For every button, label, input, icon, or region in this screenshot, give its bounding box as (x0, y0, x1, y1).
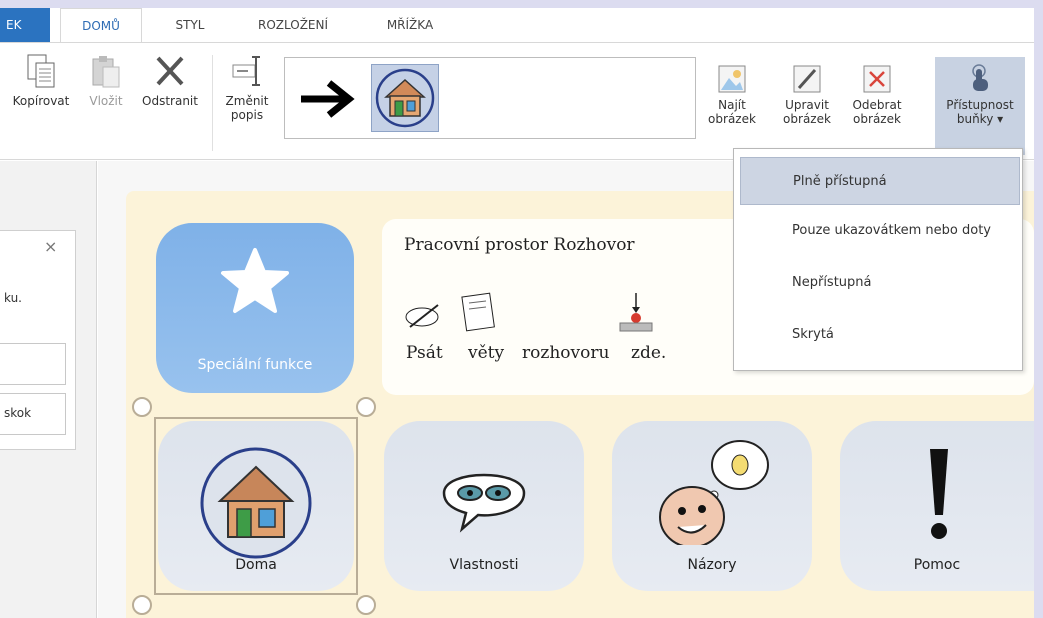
edit-image-button[interactable]: Upravit obrázek (776, 63, 838, 126)
ribbon-tab-bar: EK DOMŮ STYL ROZLOŽENÍ MŘÍŽKA (0, 8, 1034, 42)
chat-word-3: rozhovoru (522, 343, 610, 363)
menu-item-hidden[interactable]: Skrytá (740, 311, 1020, 359)
writing-hand-icon (405, 304, 439, 328)
paste-icon (92, 56, 120, 88)
speech-eyes-icon (442, 473, 526, 533)
edit-image-line1: Upravit (785, 98, 829, 112)
remove-image-line2: obrázek (853, 112, 901, 126)
cell-properties-label: Vlastnosti (449, 557, 519, 573)
text-cursor-icon (232, 56, 260, 86)
arrow-right-icon (301, 80, 355, 118)
menu-item-pointer-touch-only[interactable]: Pouze ukazovátkem nebo doty (740, 207, 1020, 255)
copy-button[interactable]: Kopírovat (2, 53, 80, 108)
cell-preview[interactable] (284, 57, 696, 139)
side-panel: × ku. skok (0, 230, 76, 450)
chat-word-2: věty (468, 343, 505, 363)
delete-label: Odstranit (142, 94, 198, 108)
tab-grid[interactable]: MŘÍŽKA (366, 8, 454, 42)
tab-file[interactable]: EK (0, 8, 50, 42)
special-functions-label: Speciální funkce (197, 357, 313, 373)
menu-item-fully-accessible[interactable]: Plně přístupná (740, 157, 1020, 205)
change-description-button[interactable]: Změnit popis (216, 53, 278, 122)
copy-label: Kopírovat (12, 94, 70, 108)
house-icon (375, 68, 435, 128)
image-icon (718, 65, 746, 93)
resize-handle-bottom-left[interactable] (132, 595, 152, 615)
cell-help-label: Pomoc (913, 557, 961, 573)
exclamation-icon (930, 449, 948, 539)
cell-accessibility-button[interactable]: Přístupnost buňky ▾ (935, 57, 1025, 155)
delete-button[interactable]: Odstranit (132, 53, 208, 108)
cell-help[interactable]: Pomoc (840, 421, 1034, 591)
paste-label: Vložit (89, 94, 123, 108)
chat-word-4: zde. (631, 343, 667, 363)
selection-frame[interactable] (154, 417, 358, 595)
find-image-line1: Najít (718, 98, 746, 112)
find-image-button[interactable]: Najít obrázek (702, 63, 762, 126)
touch-hand-icon (972, 64, 988, 91)
paste-button[interactable]: Vložit (80, 53, 132, 108)
menu-item-inaccessible[interactable]: Nepřístupná (740, 259, 1020, 307)
location-marker-icon (619, 293, 653, 332)
panel-input-field[interactable] (0, 343, 66, 385)
tab-home[interactable]: DOMŮ (60, 8, 142, 42)
ribbon: Kopírovat Vložit Odstranit Změnit popis … (0, 42, 1034, 160)
remove-image-line1: Odebrat (852, 98, 902, 112)
panel-jump-field[interactable]: skok (0, 393, 66, 435)
copy-icon (27, 54, 55, 88)
window-frame: EK DOMŮ STYL ROZLOŽENÍ MŘÍŽKA Kopírovat … (0, 0, 1043, 618)
panel-text: ku. (4, 291, 22, 305)
close-icon[interactable]: × (44, 237, 57, 256)
tab-style[interactable]: STYL (160, 8, 220, 42)
access-line1: Přístupnost (946, 98, 1014, 112)
edit-image-line2: obrázek (783, 112, 831, 126)
pencil-icon (793, 65, 821, 93)
cell-properties[interactable]: Vlastnosti (384, 421, 584, 591)
cell-opinions[interactable]: Názory (612, 421, 812, 591)
app-window: EK DOMŮ STYL ROZLOŽENÍ MŘÍŽKA Kopírovat … (0, 8, 1034, 618)
ribbon-separator (212, 55, 213, 151)
delete-x-icon (156, 56, 184, 86)
cell-special-functions[interactable]: Speciální funkce (156, 223, 354, 393)
chat-word-1: Psát (406, 343, 443, 363)
resize-handle-bottom-right[interactable] (356, 595, 376, 615)
find-image-line2: obrázek (708, 112, 756, 126)
tab-layout[interactable]: ROZLOŽENÍ (240, 8, 346, 42)
cell-opinions-label: Názory (687, 557, 737, 573)
remove-image-button[interactable]: Odebrat obrázek (844, 63, 910, 126)
resize-handle-top-right[interactable] (356, 397, 376, 417)
sentences-icon (461, 292, 495, 332)
star-icon (221, 248, 289, 313)
thinking-face-icon (659, 440, 769, 545)
resize-handle-top-left[interactable] (132, 397, 152, 417)
remove-image-icon (863, 65, 891, 93)
preview-selected-symbol[interactable] (371, 64, 439, 132)
access-line2: buňky ▾ (956, 112, 1004, 126)
change-desc-line1: Změnit (225, 94, 269, 108)
change-desc-line2: popis (230, 108, 264, 122)
cell-accessibility-menu: Plně přístupná Pouze ukazovátkem nebo do… (733, 148, 1023, 371)
chat-workspace-title: Pracovní prostor Rozhovor (404, 235, 635, 255)
